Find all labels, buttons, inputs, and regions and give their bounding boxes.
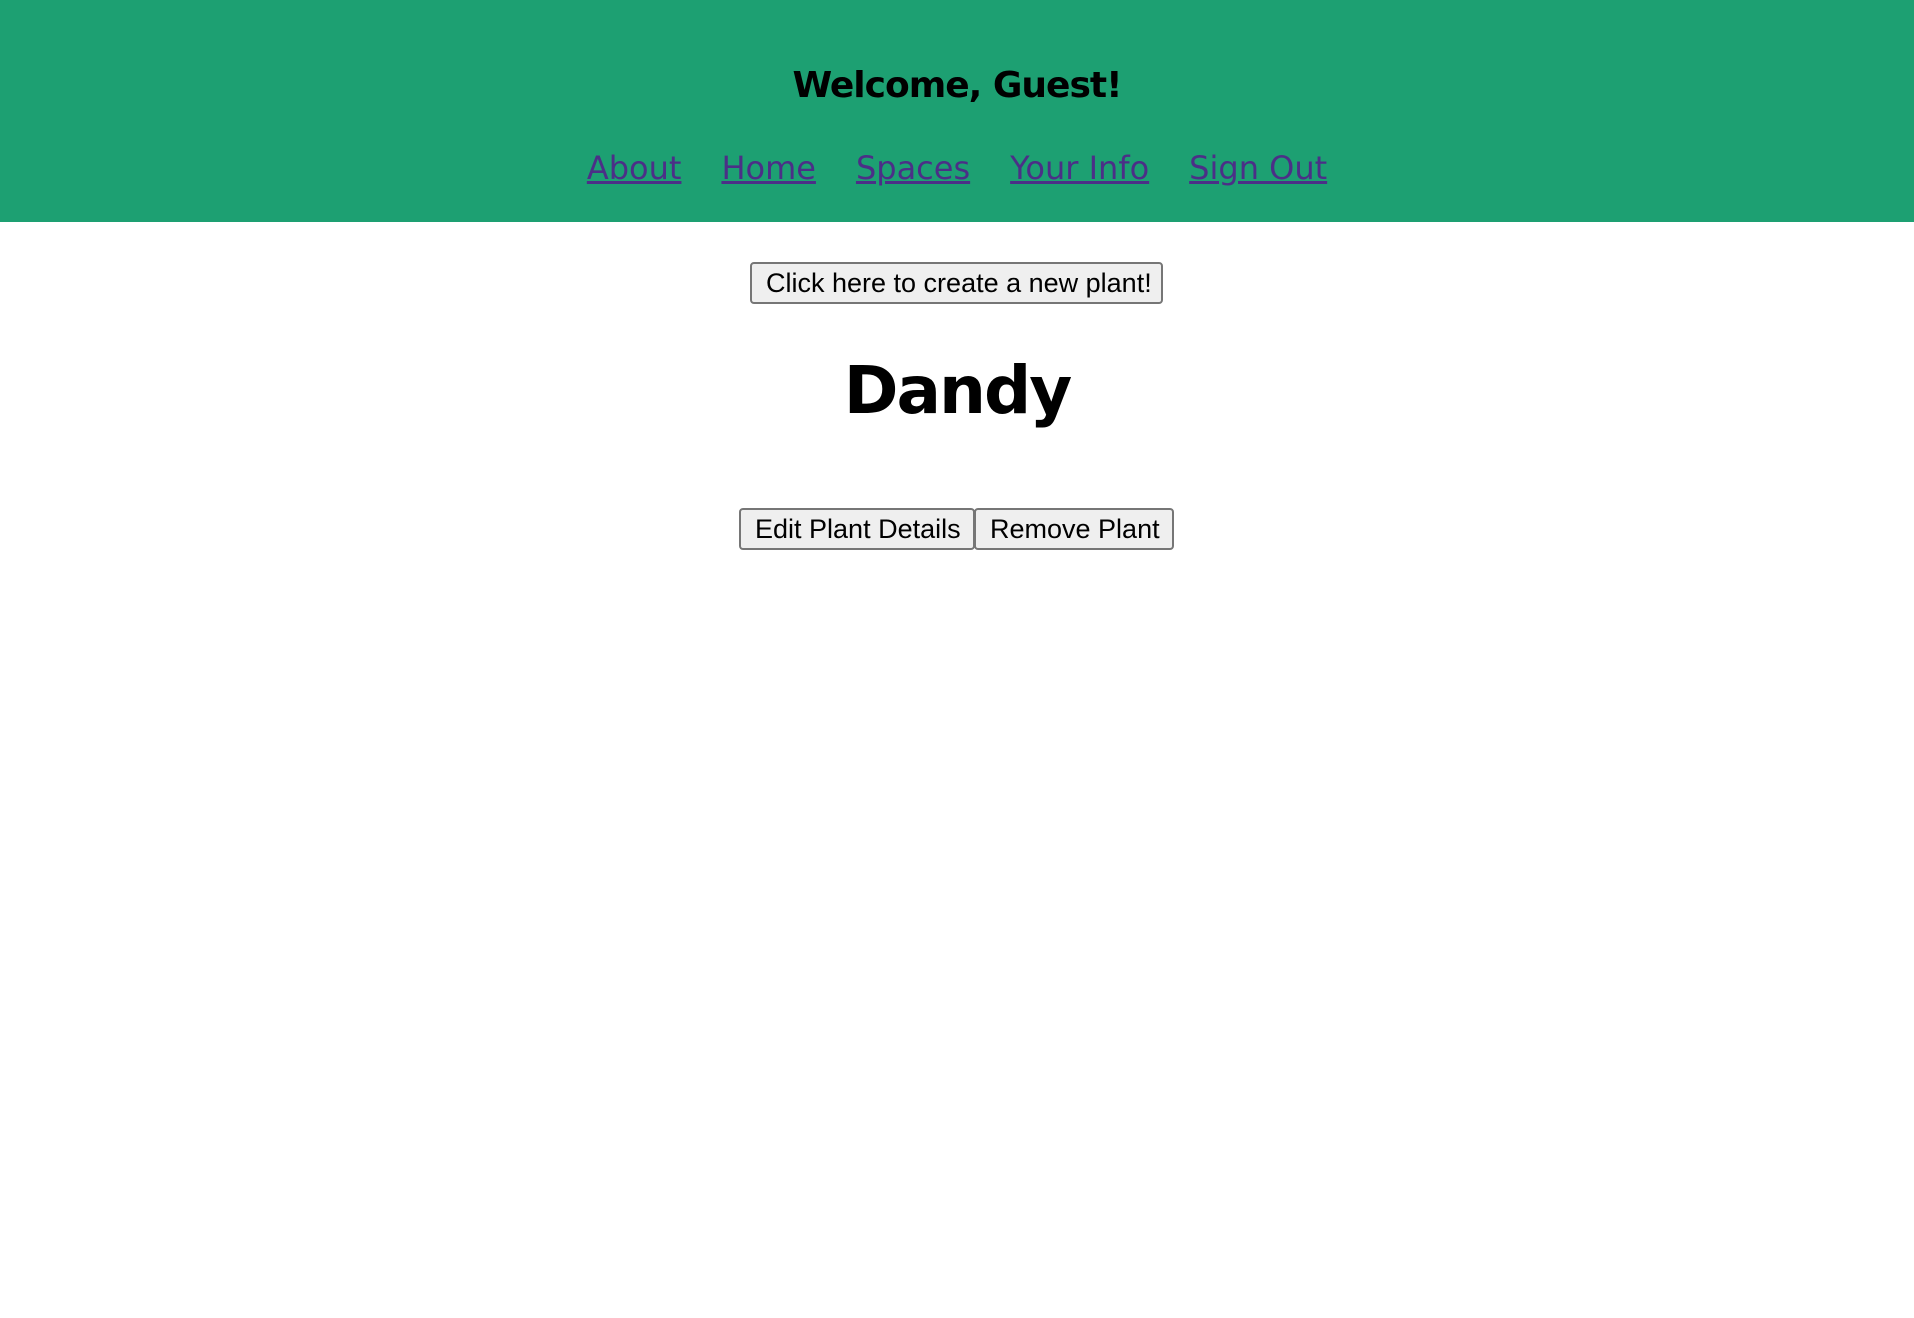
site-header: Welcome, Guest! About Home Spaces Your I… — [0, 0, 1914, 222]
nav-link-sign-out[interactable]: Sign Out — [1189, 144, 1327, 192]
nav-link-spaces[interactable]: Spaces — [856, 144, 970, 192]
nav-link-your-info[interactable]: Your Info — [1010, 144, 1149, 192]
create-plant-button[interactable]: Click here to create a new plant! — [750, 262, 1163, 304]
nav-link-home[interactable]: Home — [721, 144, 816, 192]
main-nav: About Home Spaces Your Info Sign Out — [0, 144, 1914, 192]
remove-plant-button[interactable]: Remove Plant — [974, 508, 1174, 550]
plant-name-heading: Dandy — [843, 352, 1073, 429]
welcome-heading: Welcome, Guest! — [792, 65, 1122, 106]
edit-plant-button[interactable]: Edit Plant Details — [739, 508, 975, 550]
nav-link-about[interactable]: About — [587, 144, 682, 192]
